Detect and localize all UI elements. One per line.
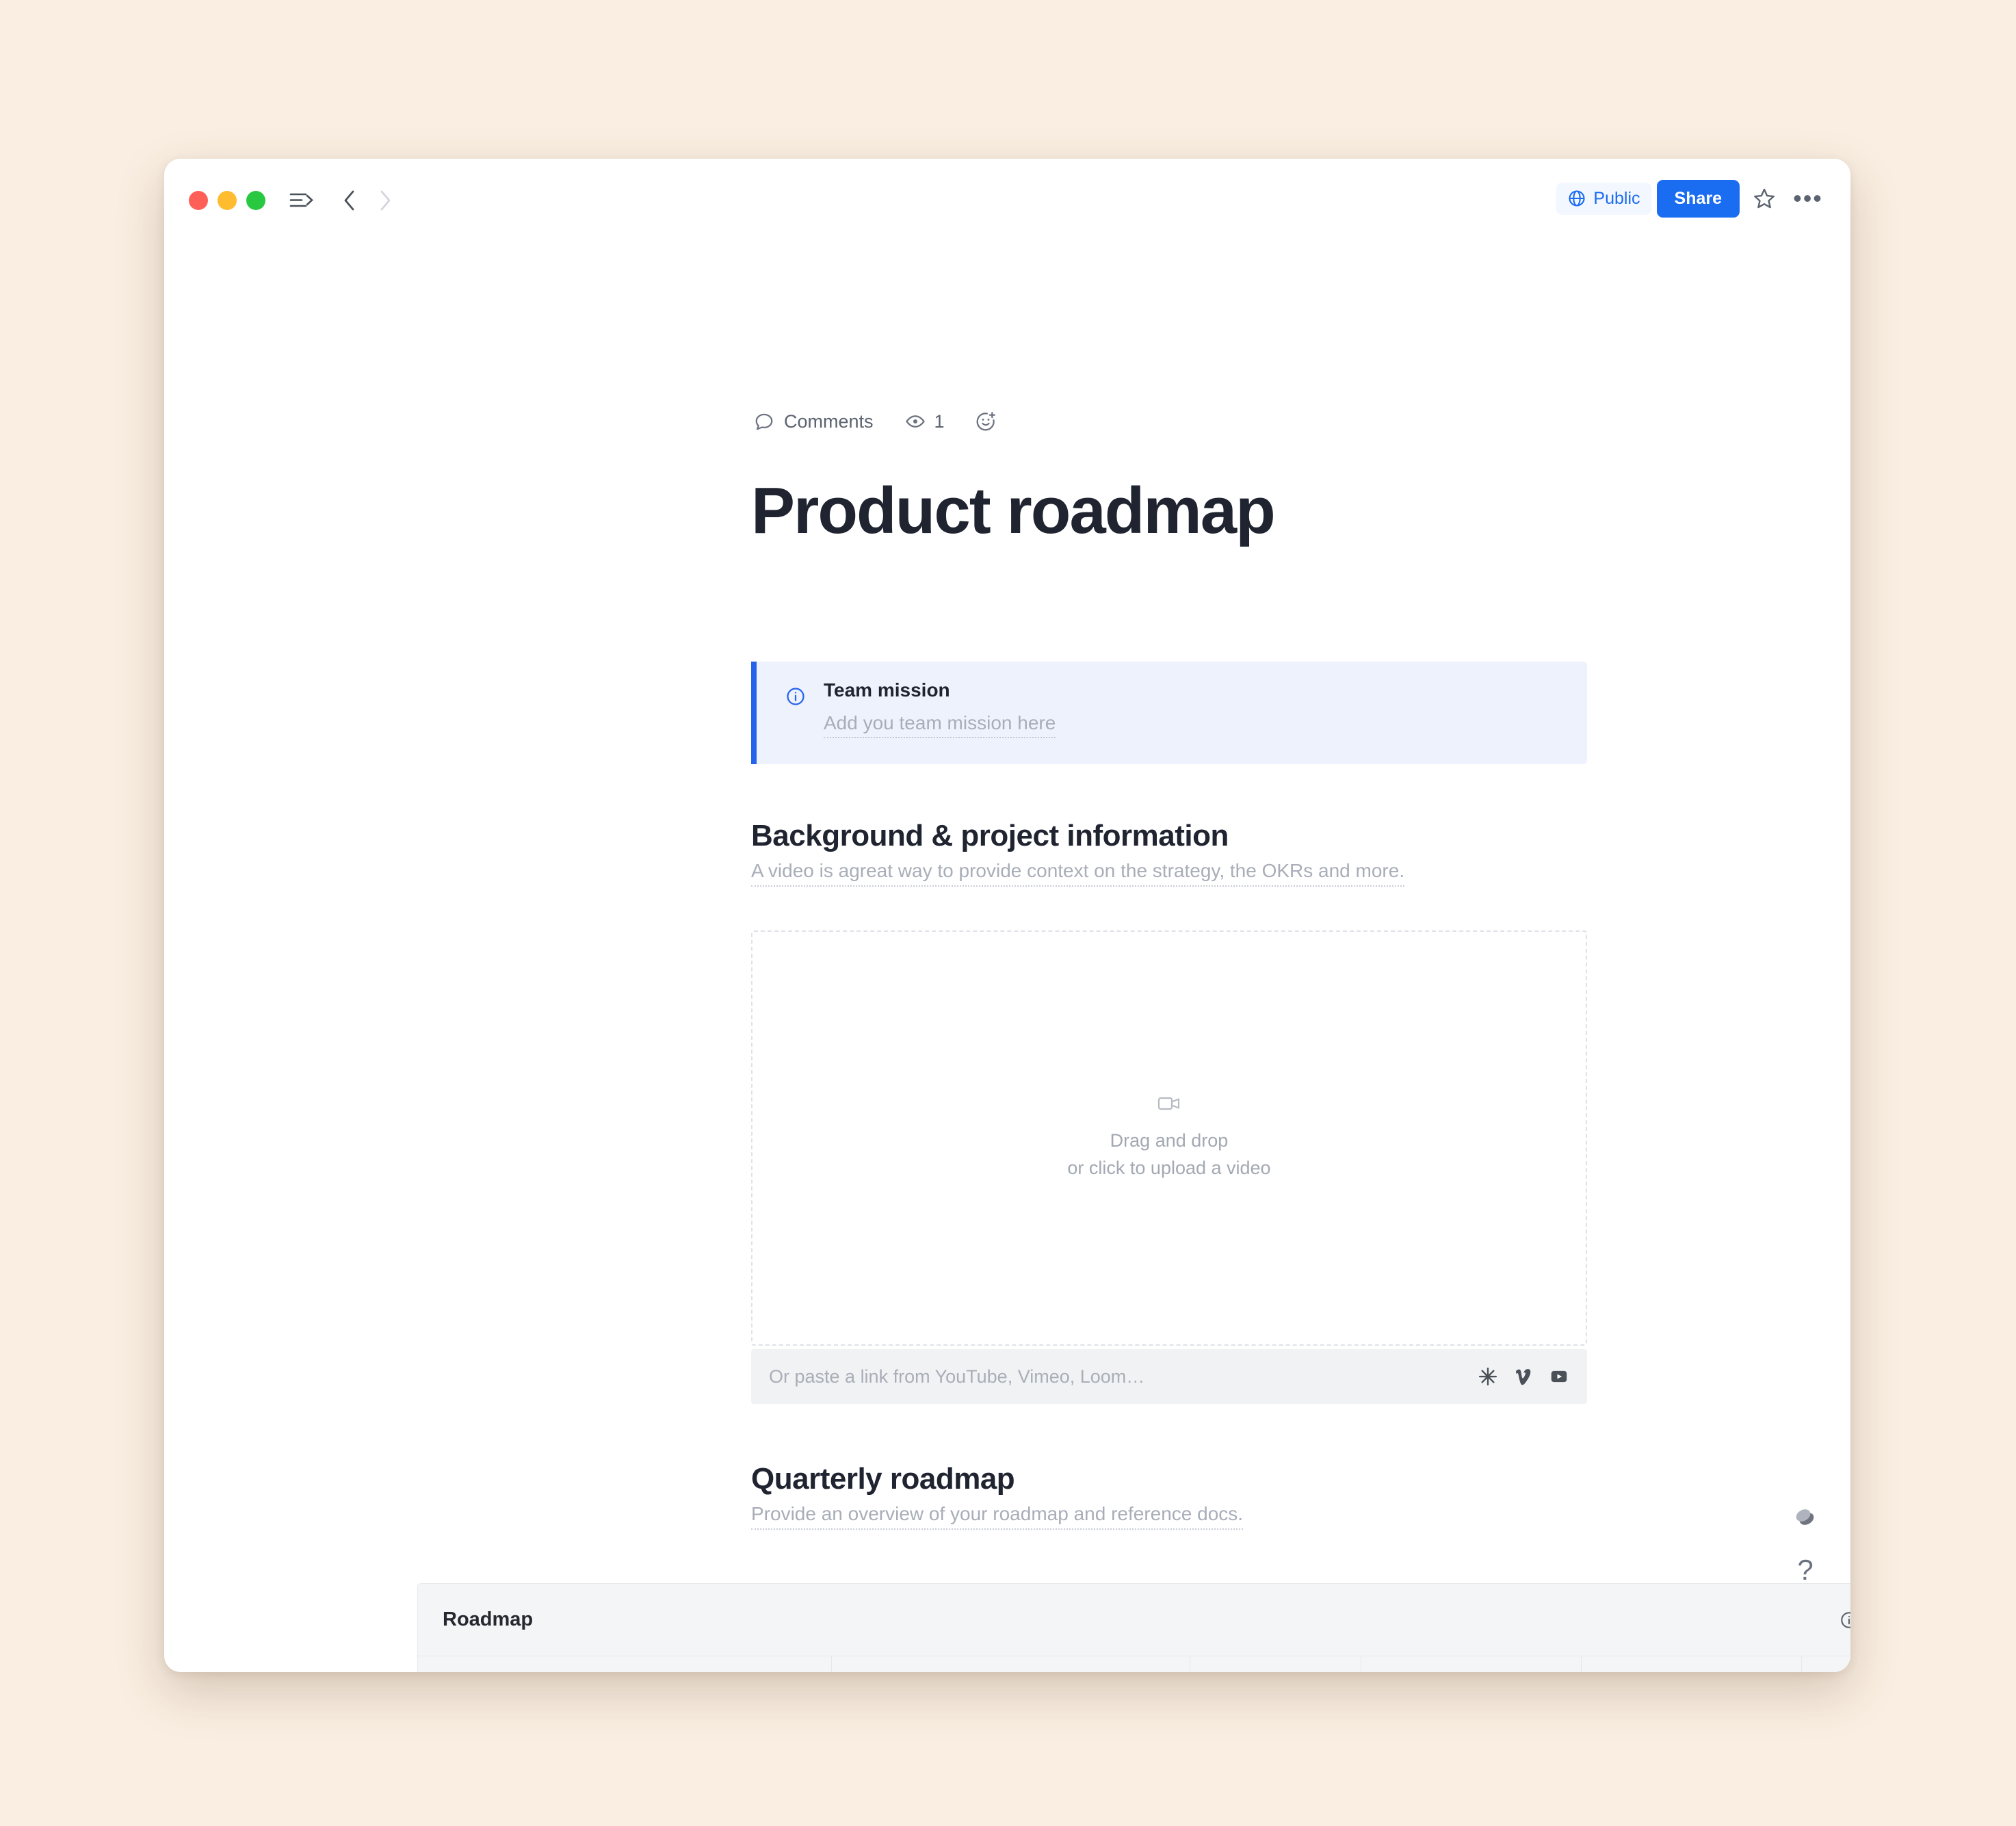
nav-back-icon[interactable] bbox=[334, 185, 365, 216]
globe-icon bbox=[1567, 189, 1586, 208]
add-reaction-icon[interactable] bbox=[975, 410, 997, 432]
video-dropzone[interactable]: Drag and drop or click to upload a video bbox=[751, 930, 1587, 1346]
visibility-public-chip[interactable]: Public bbox=[1556, 182, 1651, 215]
youtube-icon[interactable] bbox=[1549, 1366, 1569, 1387]
window-minimize-button[interactable] bbox=[218, 191, 237, 210]
window-close-button[interactable] bbox=[189, 191, 208, 210]
info-circle-icon bbox=[785, 686, 806, 707]
comments-label: Comments bbox=[784, 410, 874, 432]
team-mission-callout[interactable]: Team mission Add you team mission here bbox=[751, 662, 1587, 764]
sidebar-toggle-icon[interactable] bbox=[286, 185, 317, 216]
page-title: Product roadmap bbox=[751, 474, 1276, 547]
callout-title: Team mission bbox=[824, 679, 950, 701]
table-toolbar: Roadmap Help bbox=[418, 1584, 1850, 1656]
column-header-status[interactable]: Status bbox=[1801, 1656, 1850, 1672]
dropzone-line1: Drag and drop bbox=[1110, 1130, 1229, 1151]
column-header-start-date[interactable]: Start date bbox=[1190, 1656, 1361, 1672]
loom-icon[interactable] bbox=[1478, 1366, 1498, 1387]
callout-placeholder[interactable]: Add you team mission here bbox=[824, 712, 1056, 738]
window-maximize-button[interactable] bbox=[246, 191, 265, 210]
floating-widgets: ? bbox=[1792, 1507, 1819, 1584]
section-heading-quarterly: Quarterly roadmap bbox=[751, 1462, 1015, 1496]
video-link-input-placeholder[interactable]: Or paste a link from YouTube, Vimeo, Loo… bbox=[769, 1366, 1478, 1387]
table-help-button[interactable]: Help bbox=[1840, 1609, 1850, 1630]
video-camera-icon bbox=[1157, 1095, 1181, 1112]
column-header-priority[interactable]: Priority bbox=[1581, 1656, 1802, 1672]
more-dots-glyph: ••• bbox=[1793, 184, 1823, 213]
section-heading-background: Background & project information bbox=[751, 819, 1229, 852]
table-header-row: Feature Initiative bbox=[418, 1656, 1850, 1672]
views-count: 1 bbox=[934, 410, 945, 432]
column-header-owner[interactable]: Owner bbox=[1361, 1656, 1582, 1672]
roadmap-table: Feature Initiative bbox=[418, 1656, 1850, 1672]
section-description-quarterly[interactable]: Provide an overview of your roadmap and … bbox=[751, 1503, 1244, 1530]
roadmap-table-block: Roadmap Help bbox=[417, 1583, 1850, 1672]
visibility-label: Public bbox=[1593, 188, 1640, 208]
dropzone-text: Drag and drop or click to upload a video bbox=[1067, 1127, 1270, 1181]
video-paste-link-bar[interactable]: Or paste a link from YouTube, Vimeo, Loo… bbox=[751, 1349, 1587, 1404]
comments-button[interactable]: Comments bbox=[754, 411, 874, 432]
window-titlebar: Public Share ••• bbox=[164, 159, 1850, 234]
eye-icon bbox=[905, 411, 926, 432]
comment-bubble-icon bbox=[754, 411, 774, 432]
vimeo-icon[interactable] bbox=[1513, 1366, 1534, 1387]
column-header-initiative[interactable]: Initiative bbox=[831, 1656, 1190, 1672]
column-header-feature[interactable]: Feature bbox=[462, 1656, 832, 1672]
star-icon[interactable] bbox=[1745, 179, 1783, 218]
table-title[interactable]: Roadmap bbox=[443, 1608, 533, 1631]
nav-forward-icon[interactable] bbox=[369, 185, 401, 216]
document-meta-row: Comments 1 bbox=[754, 410, 997, 432]
section-description-background[interactable]: A video is agreat way to provide context… bbox=[751, 860, 1405, 887]
document-scroll-area[interactable]: Comments 1 Product roadmap Team mission … bbox=[164, 234, 1850, 1672]
cursor-pill-icon[interactable] bbox=[1792, 1507, 1819, 1527]
app-window: Public Share ••• Comments 1 Product road… bbox=[164, 159, 1850, 1672]
row-number-header bbox=[418, 1656, 462, 1672]
views-counter[interactable]: 1 bbox=[905, 411, 945, 432]
dropzone-line2: or click to upload a video bbox=[1067, 1157, 1271, 1178]
more-options-icon[interactable]: ••• bbox=[1789, 179, 1827, 218]
share-button[interactable]: Share bbox=[1656, 179, 1740, 218]
help-question-icon[interactable]: ? bbox=[1797, 1556, 1813, 1584]
info-circle-icon bbox=[1840, 1610, 1850, 1630]
video-service-icons bbox=[1478, 1366, 1569, 1387]
titlebar-actions: Public Share ••• bbox=[1556, 179, 1827, 218]
